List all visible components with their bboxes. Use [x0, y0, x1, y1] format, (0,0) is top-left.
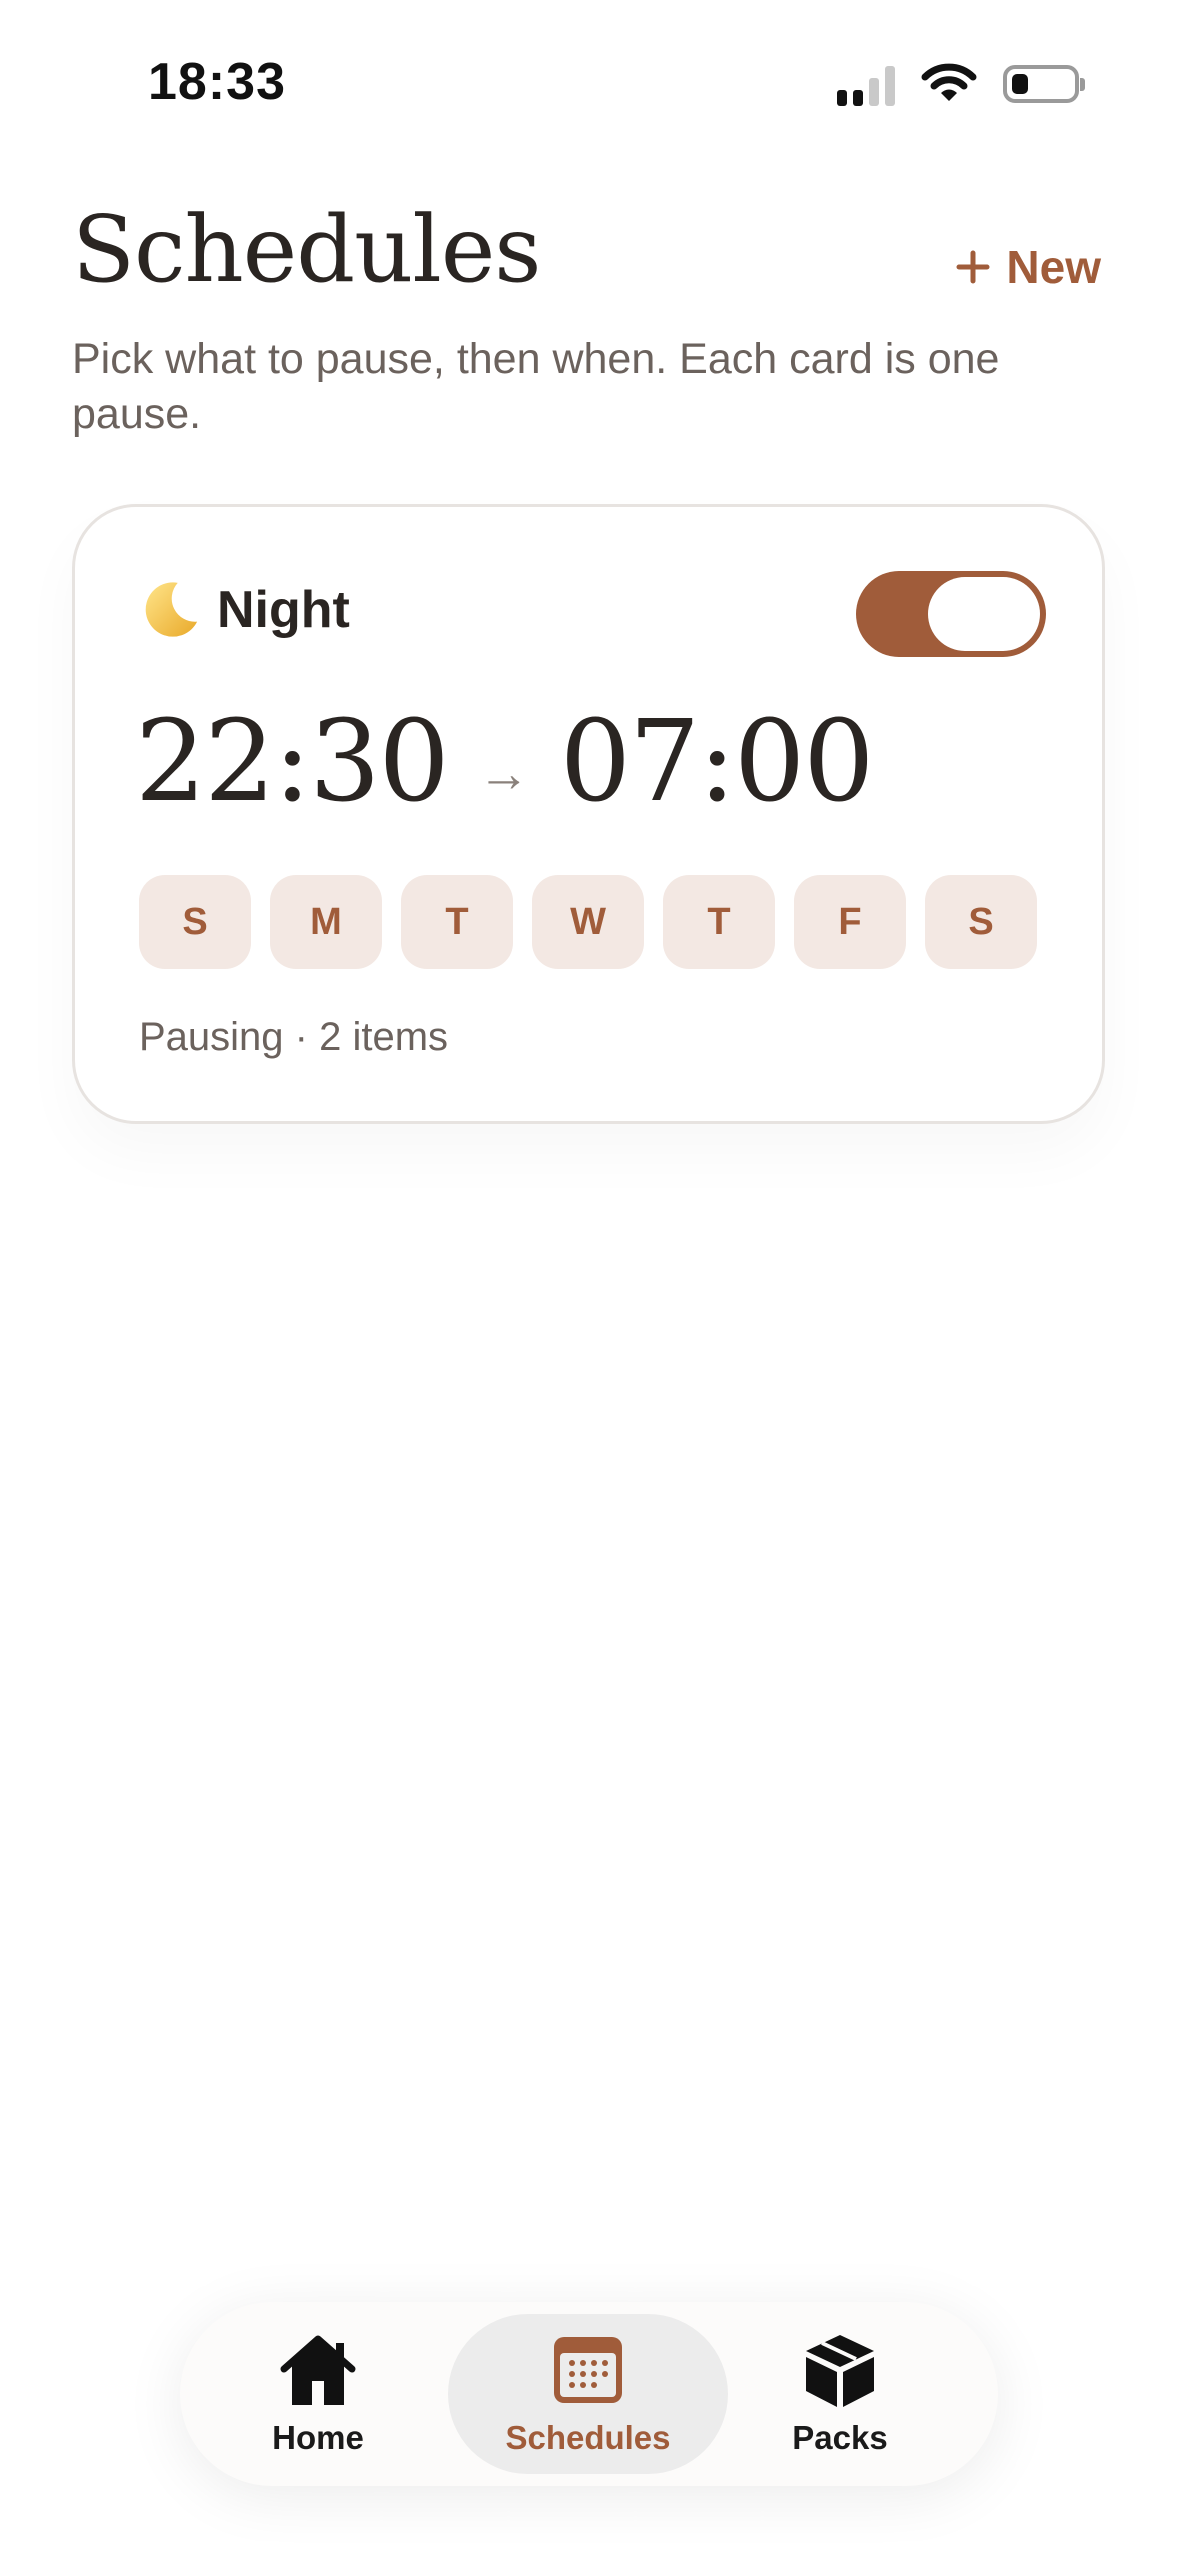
tab-packs[interactable]: Packs [700, 2314, 980, 2474]
wifi-icon [921, 63, 977, 101]
day-chip-friday[interactable]: F [794, 875, 906, 969]
new-schedule-button[interactable]: New [956, 240, 1101, 294]
tab-home[interactable]: Home [178, 2314, 458, 2474]
house-icon [280, 2335, 356, 2405]
tab-schedules-label: Schedules [505, 2419, 671, 2456]
page-subtitle: Pick what to pause, then when. Each card… [72, 335, 1000, 438]
tab-packs-label: Packs [792, 2419, 888, 2456]
day-chip-wednesday[interactable]: W [532, 875, 644, 969]
status-icons [837, 62, 1085, 106]
schedule-name: Night [217, 581, 350, 639]
calendar-icon [554, 2337, 622, 2403]
schedule-card[interactable]: Night 22:30 → 07:00 S M T W T F S Pausin… [72, 504, 1105, 1124]
end-time: 07:00 [559, 697, 875, 827]
box-icon [806, 2335, 874, 2407]
day-chip-sunday[interactable]: S [139, 875, 251, 969]
start-time: 22:30 [135, 697, 450, 827]
battery-icon [1003, 65, 1085, 103]
page-title: Schedules [72, 196, 541, 303]
plus-icon [956, 250, 990, 284]
status-time: 18:33 [148, 53, 286, 111]
day-chip-monday[interactable]: M [270, 875, 382, 969]
arrow-right-icon: → [477, 745, 530, 803]
cellular-signal-icon [837, 62, 895, 106]
day-chip-tuesday[interactable]: T [401, 875, 513, 969]
schedule-card-header: Night [139, 579, 350, 641]
tab-schedules[interactable]: Schedules [448, 2314, 728, 2474]
crescent-moon-icon [145, 582, 198, 637]
day-chip-saturday[interactable]: S [925, 875, 1037, 969]
tab-bar: Home Schedules Packs [180, 2302, 998, 2486]
day-chip-thursday[interactable]: T [663, 875, 775, 969]
new-button-label: New [1006, 241, 1101, 293]
schedule-time-range[interactable]: 22:30 → 07:00 [135, 697, 875, 827]
tab-home-label: Home [272, 2419, 364, 2456]
pausing-summary: Pausing · 2 items [139, 1015, 449, 1059]
day-selector: S M T W T F S [139, 875, 1037, 969]
schedule-enabled-toggle[interactable] [856, 571, 1046, 657]
toggle-knob [928, 577, 1040, 651]
